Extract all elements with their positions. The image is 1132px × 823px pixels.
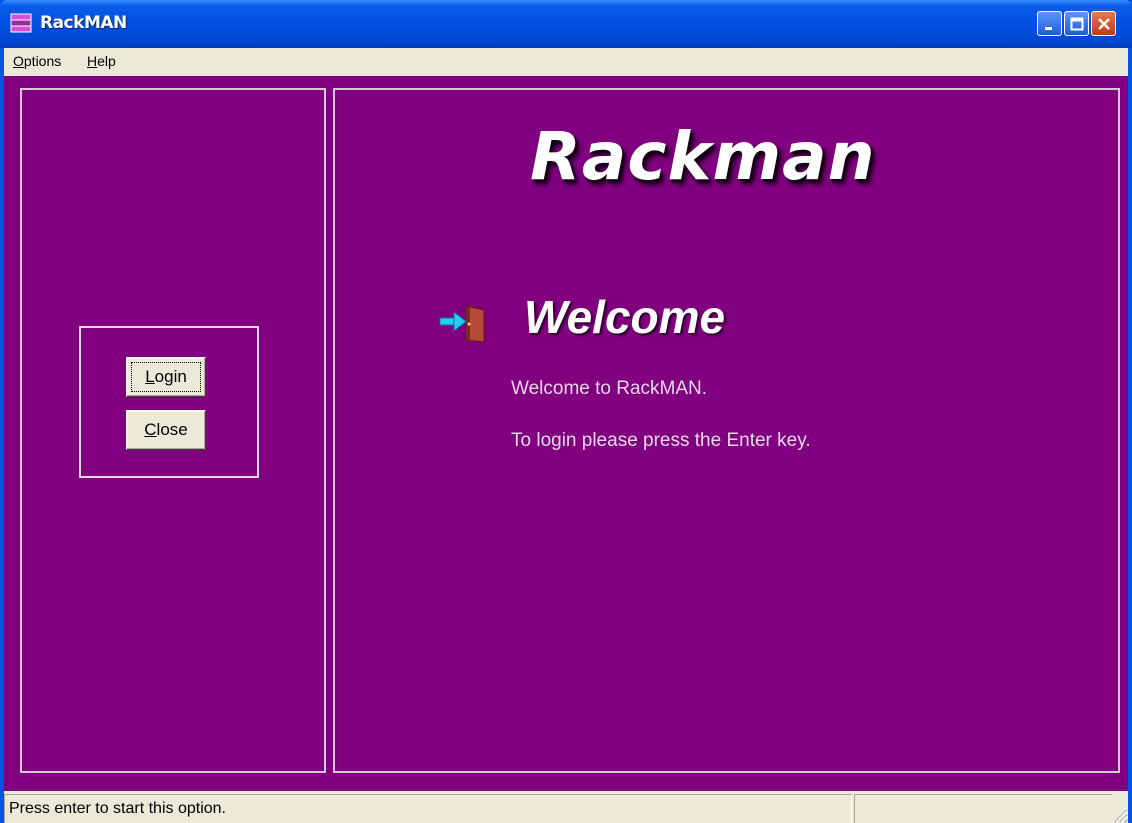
menu-options[interactable]: Options (10, 53, 64, 69)
menu-options-label: ptions (23, 53, 62, 69)
menu-bar: Options Help (4, 48, 1128, 76)
application-window: RackMAN Options Help Login Close Rackman… (0, 0, 1132, 823)
welcome-message: Welcome to RackMAN. (511, 378, 708, 399)
resize-grip-icon[interactable] (1110, 805, 1128, 823)
menu-help[interactable]: Help (84, 53, 119, 69)
minimize-icon (1044, 26, 1052, 30)
maximize-icon (1070, 17, 1083, 30)
title-bar[interactable]: RackMAN (0, 0, 1132, 48)
maximize-button[interactable] (1064, 11, 1089, 36)
window-title: RackMAN (40, 13, 127, 33)
login-button[interactable]: Login (126, 357, 206, 397)
minimize-button[interactable] (1037, 11, 1062, 36)
app-icon (10, 13, 32, 33)
menu-help-accel: H (87, 53, 98, 69)
menu-options-accel: O (13, 53, 24, 69)
button-group-frame (79, 326, 259, 478)
welcome-heading: Welcome (524, 291, 726, 343)
status-text: Press enter to start this option. (4, 794, 852, 823)
status-pane-secondary (854, 794, 1112, 823)
close-button[interactable]: Close (126, 410, 206, 450)
close-icon (1097, 17, 1110, 30)
menu-help-label: elp (97, 53, 116, 69)
login-door-icon (438, 304, 488, 344)
login-button-label: Login (145, 367, 187, 386)
close-window-button[interactable] (1091, 11, 1116, 36)
close-button-label: Close (144, 420, 188, 439)
login-instruction: To login please press the Enter key. (511, 430, 811, 451)
brand-title: Rackman (530, 118, 876, 195)
